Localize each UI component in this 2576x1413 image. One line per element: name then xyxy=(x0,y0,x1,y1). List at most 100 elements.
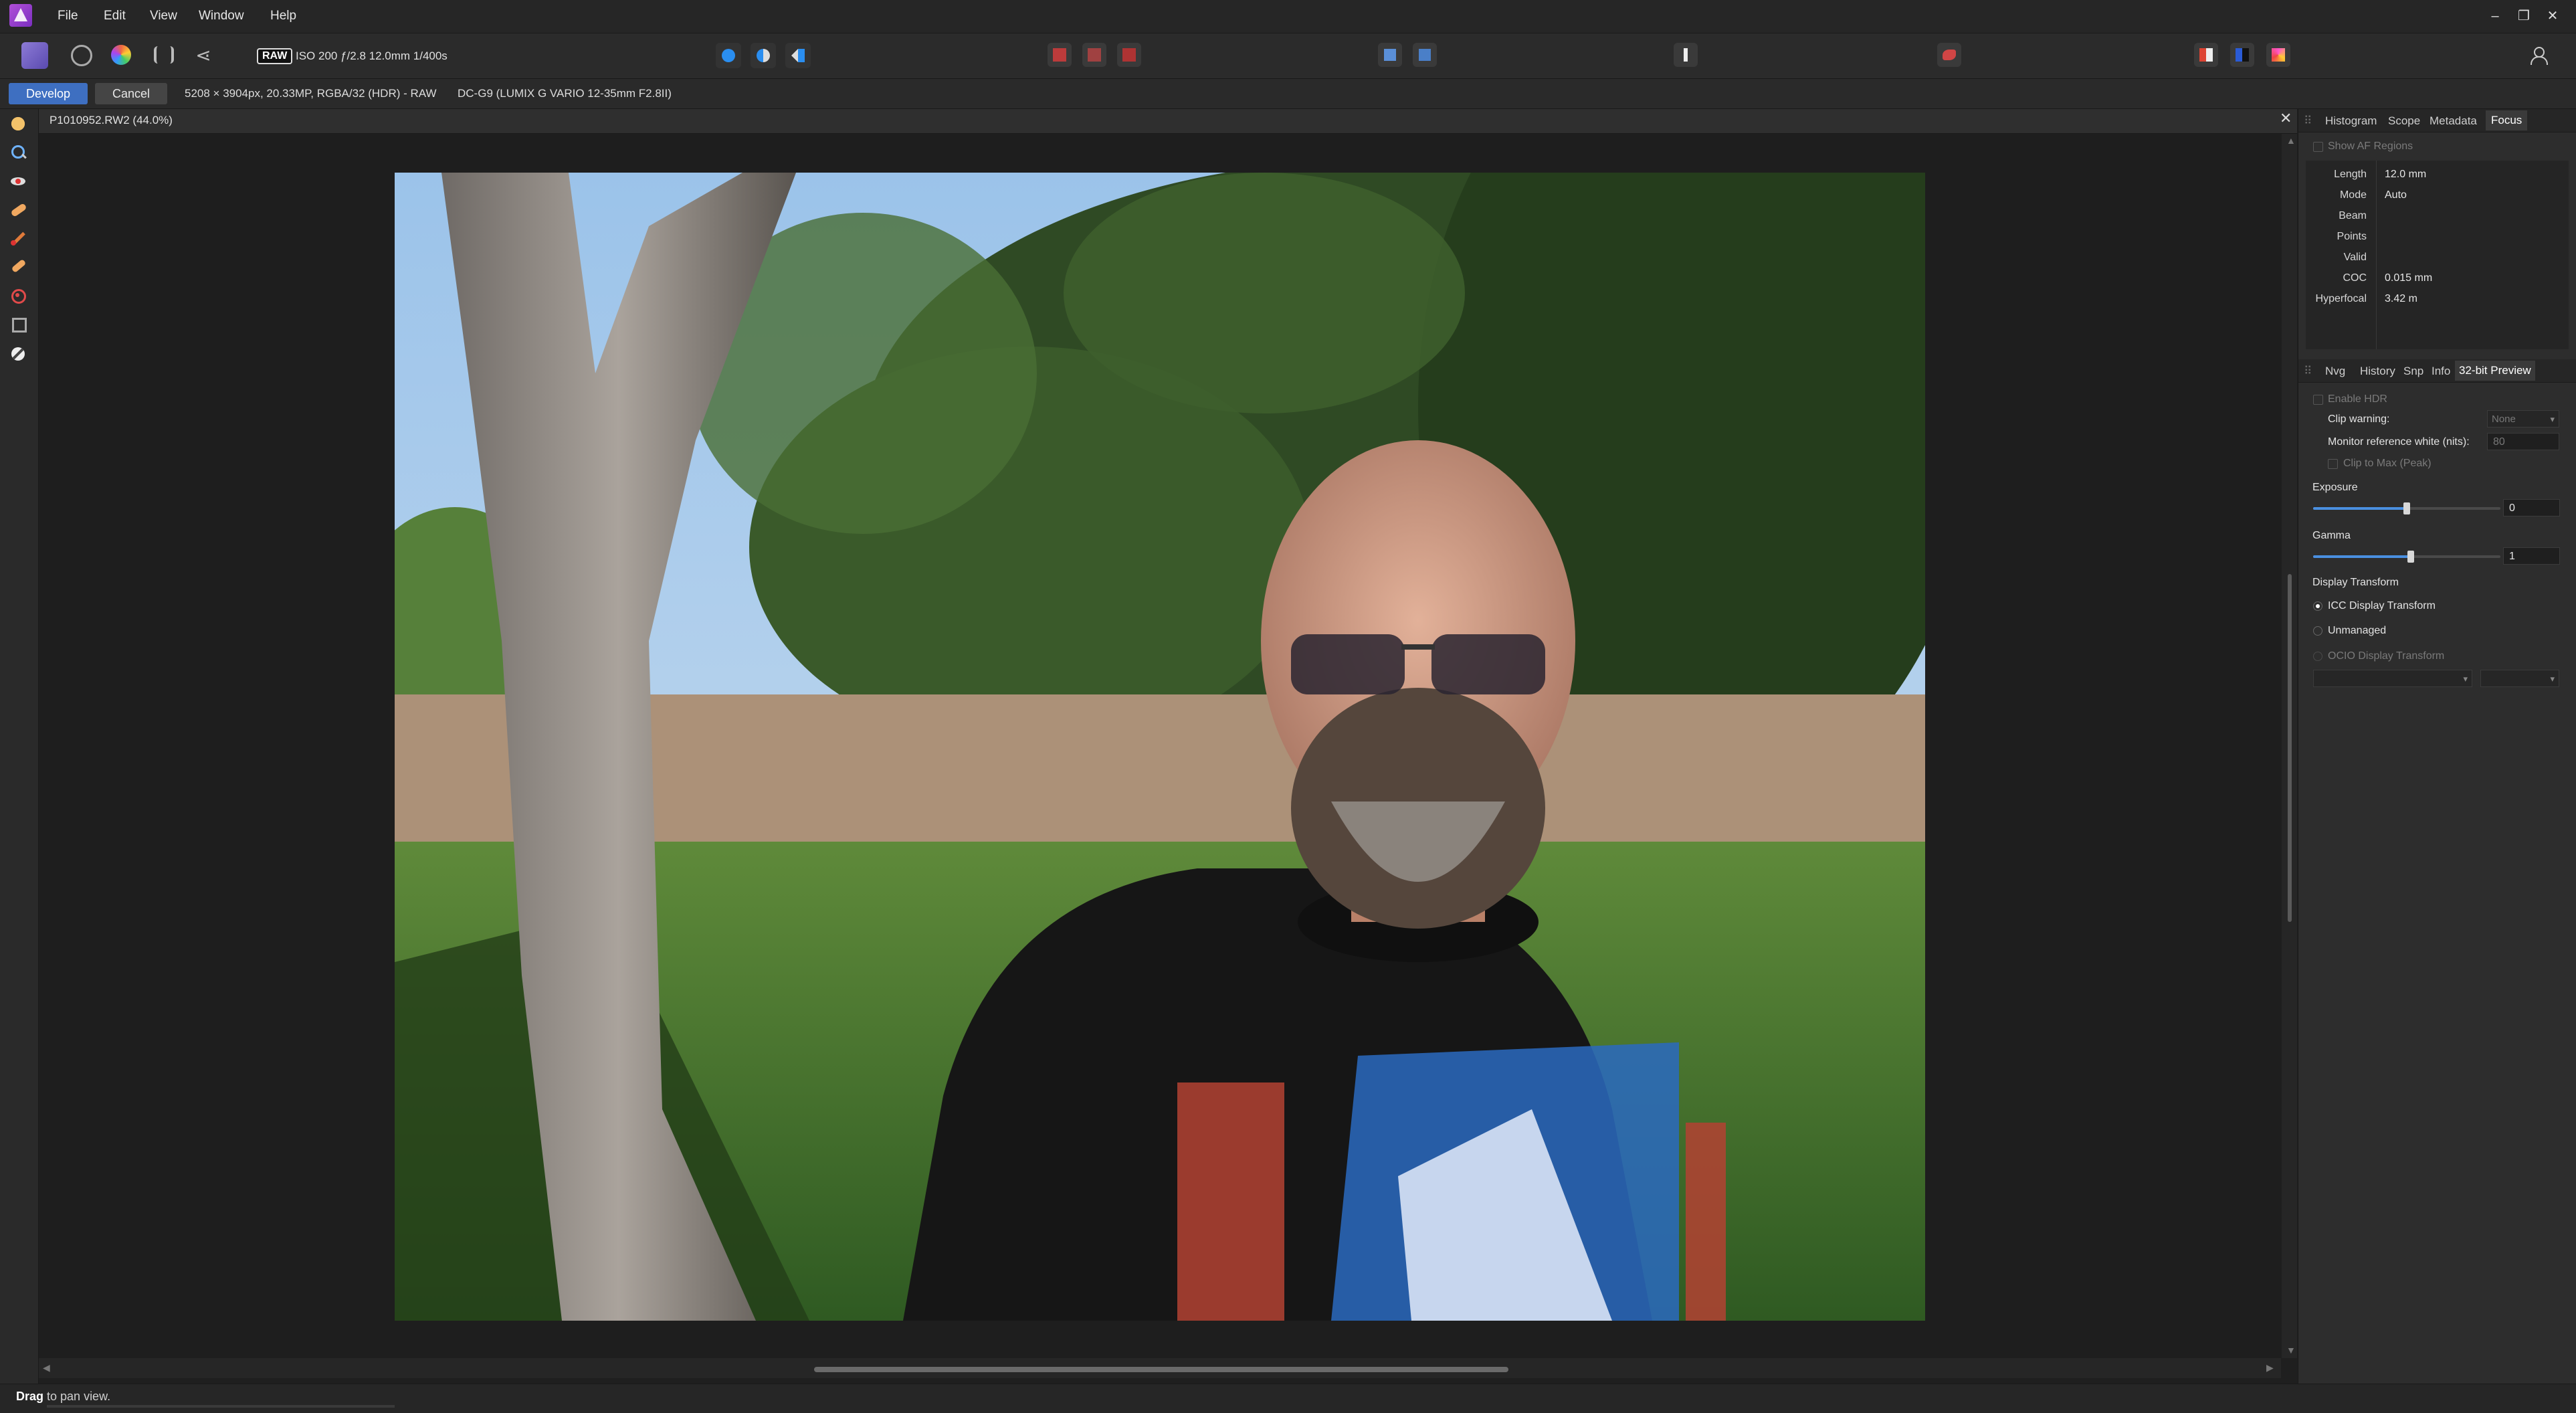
overlay-brush-icon[interactable] xyxy=(9,256,27,275)
clipped-highlights-icon[interactable] xyxy=(1048,43,1072,67)
top-panel-tabs: ⠿ Histogram Scope Metadata Focus xyxy=(2298,109,2576,132)
panel-grip-icon[interactable]: ⠿ xyxy=(2304,114,2312,128)
tone-mapping-persona-icon[interactable] xyxy=(154,46,174,64)
vertical-scroll-thumb[interactable] xyxy=(2288,574,2292,922)
focus-mode-value: Auto xyxy=(2385,189,2407,201)
show-af-regions-checkbox[interactable] xyxy=(2313,142,2323,152)
menu-bar xyxy=(0,0,2576,33)
clipped-tones-icon[interactable] xyxy=(1117,43,1141,67)
scroll-right-icon[interactable]: ▶ xyxy=(2266,1362,2274,1374)
compare-icon[interactable] xyxy=(2230,43,2254,67)
tab-scope[interactable]: Scope xyxy=(2388,114,2420,128)
focus-points-label: Points xyxy=(2337,231,2367,242)
status-text: Drag to pan view. xyxy=(16,1390,110,1404)
gamma-fill xyxy=(2313,555,2411,558)
menu-file[interactable]: File xyxy=(58,9,78,23)
unmanaged-radio[interactable] xyxy=(2313,626,2322,636)
enable-hdr-checkbox[interactable] xyxy=(2313,395,2323,405)
brush-icon[interactable] xyxy=(9,228,27,247)
monitor-white-label: Monitor reference white (nits): xyxy=(2328,436,2470,448)
clip-warning-dropdown[interactable]: None xyxy=(2487,410,2559,428)
restore-button[interactable]: ❐ xyxy=(2510,3,2537,29)
minimize-button[interactable]: – xyxy=(2482,3,2508,29)
menu-window[interactable]: Window xyxy=(199,9,244,23)
panel-grip-icon[interactable]: ⠿ xyxy=(2304,365,2312,378)
unmanaged-label: Unmanaged xyxy=(2328,625,2387,636)
gamma-slider[interactable] xyxy=(2313,550,2500,566)
develop-assistant-icon[interactable] xyxy=(1413,43,1437,67)
focus-coc-label: COC xyxy=(2343,272,2367,284)
horizontal-scroll-thumb[interactable] xyxy=(814,1367,1508,1372)
ocio-device-dropdown[interactable] xyxy=(2313,670,2472,688)
tab-metadata[interactable]: Metadata xyxy=(2430,114,2477,128)
scroll-down-icon[interactable]: ▼ xyxy=(2286,1345,2296,1355)
assistant-options-icon[interactable] xyxy=(1378,43,1402,67)
tab-info[interactable]: Info xyxy=(2432,365,2450,378)
document-tab[interactable] xyxy=(39,109,2297,134)
split-view-icon[interactable] xyxy=(716,43,741,68)
clip-to-max-checkbox[interactable] xyxy=(2328,459,2338,469)
status-bold: Drag xyxy=(16,1390,44,1403)
scroll-left-icon[interactable]: ◀ xyxy=(43,1362,50,1374)
clip-to-max-label: Clip to Max (Peak) xyxy=(2343,458,2432,469)
liquify-persona-icon[interactable] xyxy=(71,45,92,66)
document-title: P1010952.RW2 (44.0%) xyxy=(49,114,173,126)
exposure-slider[interactable] xyxy=(2313,502,2500,518)
account-icon[interactable] xyxy=(2527,43,2551,67)
clipped-shadows-icon[interactable] xyxy=(1082,43,1106,67)
show-af-regions-label: Show AF Regions xyxy=(2328,140,2413,152)
menu-view[interactable]: View xyxy=(150,9,177,23)
bottom-panel-tabs: ⠿ Nvg History Snp Info 32-bit Preview xyxy=(2298,359,2576,383)
develop-persona-icon[interactable] xyxy=(111,45,131,65)
monitor-white-field[interactable]: 80 xyxy=(2487,433,2559,450)
exposure-field[interactable]: 0 xyxy=(2503,499,2560,516)
gamma-field[interactable]: 1 xyxy=(2503,547,2560,565)
tab-focus[interactable]: Focus xyxy=(2486,110,2528,130)
status-bar xyxy=(0,1384,2576,1413)
status-rest: to pan view. xyxy=(43,1390,111,1403)
menu-help[interactable]: Help xyxy=(270,9,296,23)
clip-warning-value: None xyxy=(2492,413,2516,425)
icc-display-transform-radio[interactable] xyxy=(2313,601,2322,611)
tab-navigator[interactable]: Nvg xyxy=(2325,365,2345,378)
red-eye-icon[interactable] xyxy=(9,172,27,191)
gamma-label: Gamma xyxy=(2312,530,2351,541)
brush-tool-icon[interactable] xyxy=(1937,43,1961,67)
tab-snapshots[interactable]: Snp xyxy=(2403,365,2423,378)
mirror-view-icon[interactable] xyxy=(751,43,776,68)
color-flag-icon[interactable] xyxy=(2194,43,2218,67)
target-icon[interactable] xyxy=(9,286,27,305)
focus-length-label: Length xyxy=(2334,169,2367,180)
icc-display-transform-label: ICC Display Transform xyxy=(2328,600,2436,611)
clip-warning-label: Clip warning: xyxy=(2328,413,2390,425)
hand-icon[interactable] xyxy=(9,114,27,133)
crop-icon[interactable] xyxy=(9,314,27,333)
image-info: 5208 × 3904px, 20.33MP, RGBA/32 (HDR) - … xyxy=(185,87,437,100)
ocio-display-transform-radio[interactable] xyxy=(2313,652,2322,661)
close-document-icon[interactable]: ✕ xyxy=(2280,110,2292,127)
share-icon[interactable]: ⋖ xyxy=(190,42,217,69)
photo-persona-icon[interactable] xyxy=(21,42,48,69)
color-palette-icon[interactable] xyxy=(2266,43,2290,67)
photo-image xyxy=(395,173,1925,1321)
ocio-view-dropdown[interactable] xyxy=(2480,670,2559,688)
close-window-button[interactable]: ✕ xyxy=(2539,3,2566,29)
menu-edit[interactable]: Edit xyxy=(104,9,126,23)
scroll-up-icon[interactable]: ▲ xyxy=(2286,135,2296,146)
tab-histogram[interactable]: Histogram xyxy=(2325,114,2377,128)
blemish-icon[interactable] xyxy=(9,200,27,219)
develop-button[interactable]: Develop xyxy=(9,83,88,104)
before-after-icon[interactable] xyxy=(785,43,811,68)
gamma-knob[interactable] xyxy=(2407,551,2414,563)
ocio-display-transform-label: OCIO Display Transform xyxy=(2328,650,2445,662)
white-balance-icon[interactable] xyxy=(9,345,27,363)
focus-hyperfocal-value: 3.42 m xyxy=(2385,293,2417,304)
lens-info: DC-G9 (LUMIX G VARIO 12-35mm F2.8II) xyxy=(458,87,672,100)
info-icon[interactable] xyxy=(1674,43,1698,67)
focus-valid-label: Valid xyxy=(2343,252,2367,263)
cancel-button[interactable]: Cancel xyxy=(95,83,167,104)
tab-32bit-preview[interactable]: 32-bit Preview xyxy=(2455,361,2535,381)
exposure-knob[interactable] xyxy=(2403,502,2410,514)
zoom-icon[interactable] xyxy=(9,143,27,161)
tab-history[interactable]: History xyxy=(2360,365,2395,378)
